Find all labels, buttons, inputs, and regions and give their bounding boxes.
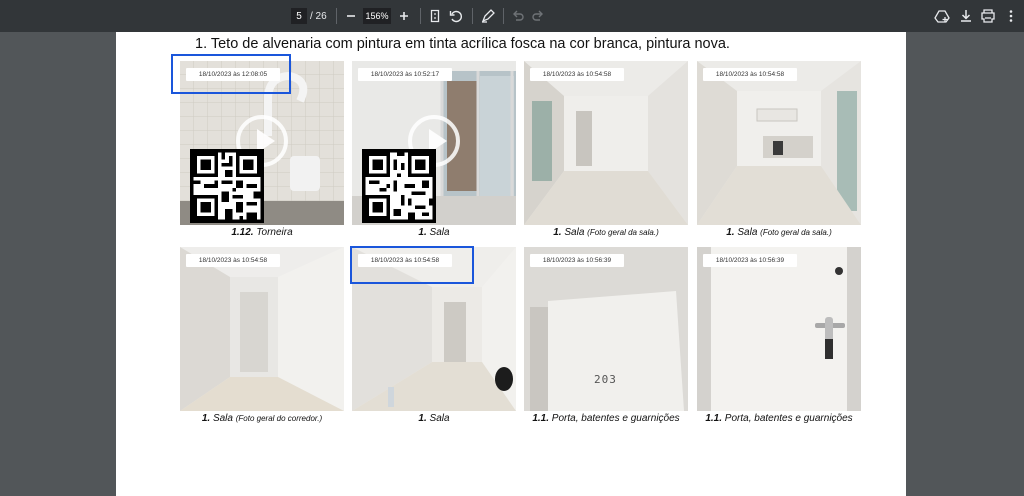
qr-code bbox=[190, 149, 264, 223]
photo-timestamp: 18/10/2023 às 10:54:58 bbox=[703, 68, 797, 81]
zoom-in-icon[interactable] bbox=[396, 8, 412, 24]
download-icon[interactable] bbox=[958, 8, 974, 24]
highlight-box bbox=[171, 54, 291, 94]
zoom-out-icon[interactable] bbox=[343, 8, 359, 24]
photo-caption: 1. Sala (Foto geral do corredor.) bbox=[201, 413, 323, 424]
photo-sala-geral[interactable]: 18/10/2023 às 10:54:58 bbox=[697, 61, 861, 225]
annotate-icon[interactable] bbox=[480, 8, 496, 24]
photo-caption: 1.12. Torneira bbox=[231, 227, 293, 238]
photo-timestamp: 18/10/2023 às 10:54:58 bbox=[186, 254, 280, 267]
photo-corredor[interactable]: 18/10/2023 às 10:54:58 bbox=[180, 247, 344, 411]
photo-timestamp: 18/10/2023 às 10:56:39 bbox=[703, 254, 797, 267]
photo-timestamp: 18/10/2023 às 10:54:58 bbox=[530, 68, 624, 81]
photo-caption: 1. Sala bbox=[418, 413, 450, 424]
photo-caption: 1. Sala bbox=[418, 227, 450, 238]
photo-caption: 1.1. Porta, batentes e guarnições bbox=[532, 413, 680, 424]
qr-code bbox=[362, 149, 436, 223]
print-icon[interactable] bbox=[980, 8, 996, 24]
photo-porta[interactable]: 203 18/10/2023 às 10:56:39 bbox=[524, 247, 688, 411]
photo-timestamp: 18/10/2023 às 10:52:17 bbox=[358, 68, 452, 81]
more-options-icon[interactable] bbox=[1003, 8, 1019, 24]
page-number-input[interactable]: 5 bbox=[291, 8, 307, 24]
save-to-drive-icon[interactable] bbox=[934, 8, 950, 24]
photo-timestamp: 18/10/2023 às 10:56:39 bbox=[530, 254, 624, 267]
redo-icon[interactable] bbox=[530, 8, 546, 24]
pdf-toolbar: 5 / 26 156% bbox=[0, 0, 1024, 32]
toolbar-divider bbox=[472, 8, 473, 24]
section-heading: 1. Teto de alvenaria com pintura em tint… bbox=[195, 36, 730, 52]
zoom-level-input[interactable]: 156% bbox=[363, 8, 391, 24]
highlight-box bbox=[350, 246, 474, 284]
toolbar-divider bbox=[336, 8, 337, 24]
undo-icon[interactable] bbox=[510, 8, 526, 24]
photo-caption: 1.1. Porta, batentes e guarnições bbox=[705, 413, 853, 424]
toolbar-divider bbox=[420, 8, 421, 24]
toolbar-divider bbox=[503, 8, 504, 24]
photo-sala-geral[interactable]: 18/10/2023 às 10:54:58 bbox=[524, 61, 688, 225]
fit-page-icon[interactable] bbox=[427, 8, 443, 24]
page-total: / 26 bbox=[310, 10, 327, 22]
door-number: 203 bbox=[594, 373, 617, 386]
photo-caption: 1. Sala (Foto geral da sala.) bbox=[726, 227, 832, 238]
photo-sala[interactable]: 18/10/2023 às 10:52:17 bbox=[352, 61, 516, 225]
photo-caption: 1. Sala (Foto geral da sala.) bbox=[553, 227, 659, 238]
rotate-icon[interactable] bbox=[448, 8, 464, 24]
photo-porta[interactable]: 18/10/2023 às 10:56:39 bbox=[697, 247, 861, 411]
